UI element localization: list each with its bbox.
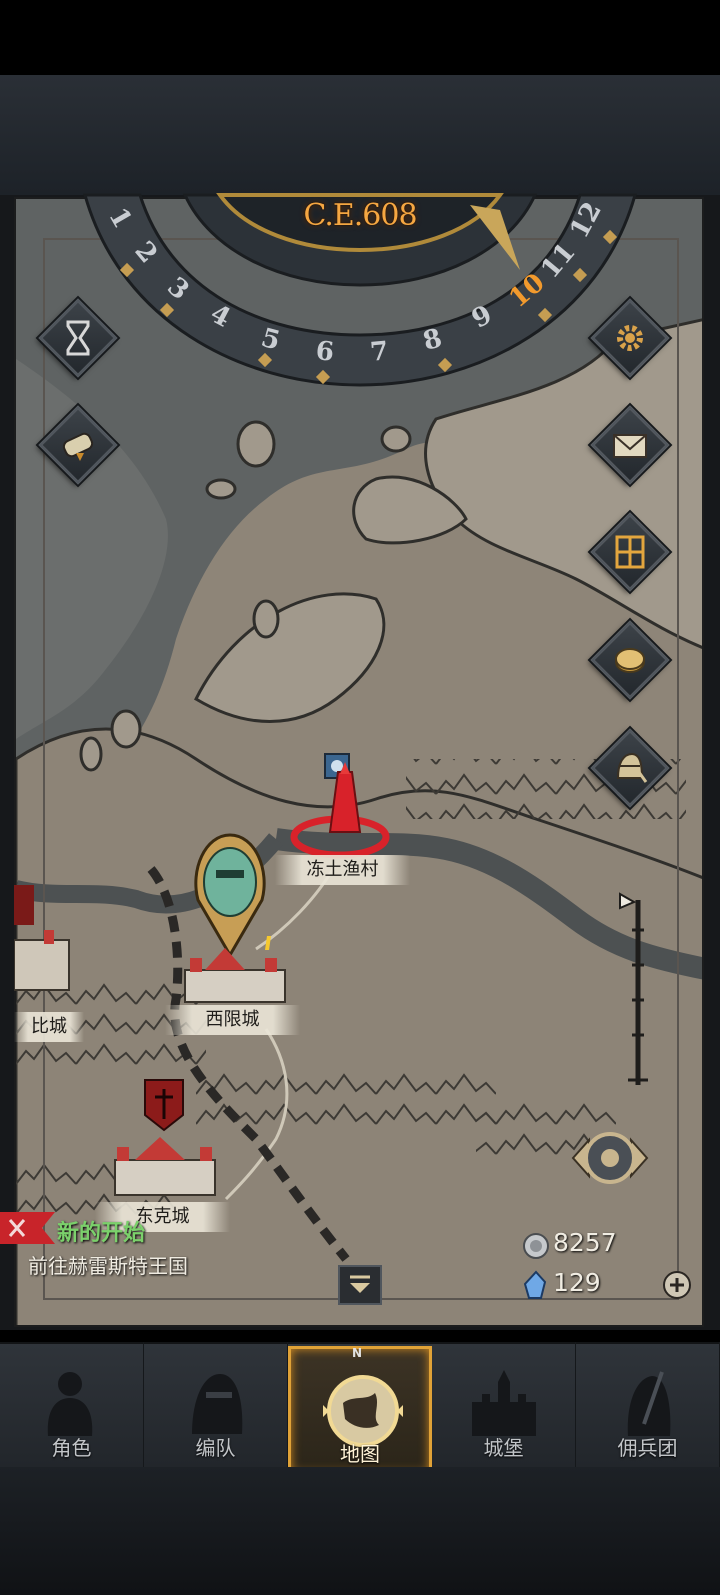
dial-number-7: 7 [369,336,390,367]
quest-flag-icon [0,1212,55,1244]
zoom-slider[interactable] [612,890,652,1095]
tab-map[interactable]: 地图 [288,1346,432,1476]
dial-number-6: 6 [315,336,336,367]
tab-label-character: 角色 [51,1436,92,1460]
crystal-icon [523,1270,547,1299]
tab-label-map: 地图 [340,1442,380,1466]
chevron-down-icon [350,1275,370,1293]
place-label-west-city: 西限城 [165,1005,300,1035]
envelope-icon [613,434,647,458]
knight-helmet-icon [616,752,648,783]
silver-amount: 8257 [553,1228,617,1257]
gear-icon [617,325,643,351]
grid-window-icon [615,535,645,569]
tab-mercenary[interactable]: 佣兵团 [576,1342,720,1467]
mail-button[interactable] [590,405,670,485]
era-year: C.E.608 [303,198,417,233]
place-label-left-city: 比城 [14,1012,84,1042]
scroll-button[interactable] [38,405,118,485]
hourglass-button[interactable] [38,298,118,378]
place-label-fishing-village: 冻土渔村 [275,855,410,885]
hourglass-icon [66,320,90,356]
left-city-castle[interactable] [14,885,74,1010]
coin-button[interactable] [590,620,670,700]
knight-button[interactable] [590,728,670,808]
bottom-bar [0,1467,720,1595]
tab-label-castle: 城堡 [483,1436,524,1460]
add-crystal-button[interactable] [662,1270,692,1300]
crystal-amount: 129 [553,1268,601,1297]
scroll-icon [62,432,94,461]
enemy-tower-marker[interactable] [290,752,400,867]
tab-label-mercenary: 佣兵团 [617,1436,678,1460]
west-city-castle[interactable] [175,930,295,1010]
quest-description[interactable]: 前往赫雷斯特王国 [28,1250,188,1279]
tab-castle[interactable]: 城堡 [432,1342,576,1467]
compass-north-mark: N [352,1346,363,1360]
quest-title[interactable]: 新的开始 [57,1215,145,1247]
tab-character[interactable]: 角色 [0,1342,144,1467]
tab-label-formation: 编队 [195,1436,236,1460]
tab-formation[interactable]: 编队 [144,1342,288,1467]
coin-icon [615,648,645,673]
settings-button[interactable] [590,298,670,378]
locate-button[interactable] [555,1118,665,1198]
window-button[interactable] [590,512,670,592]
silver-coin-icon [523,1233,549,1259]
collapse-button[interactable] [338,1265,382,1305]
east-city-castle[interactable] [105,1075,225,1200]
